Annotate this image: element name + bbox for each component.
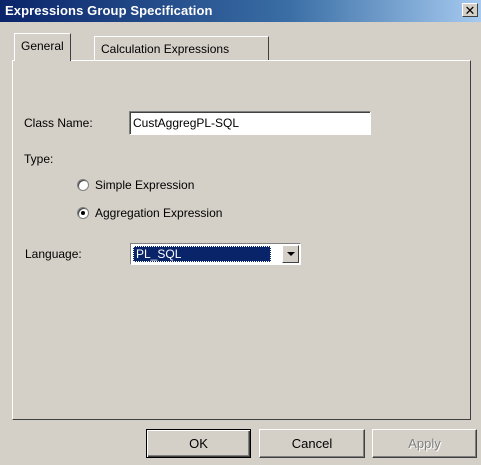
radio-button-unchecked[interactable]	[77, 179, 89, 191]
apply-button-label: Apply	[408, 436, 441, 451]
title-bar[interactable]: Expressions Group Specification ✕	[0, 0, 481, 22]
apply-button[interactable]: Apply	[372, 429, 477, 458]
radio-aggregation-expression-label: Aggregation Expression	[95, 206, 223, 220]
close-icon: ✕	[464, 2, 476, 18]
ok-button[interactable]: OK	[146, 429, 251, 458]
cancel-button-label: Cancel	[291, 436, 333, 451]
language-label: Language:	[25, 247, 82, 261]
class-name-field[interactable]	[129, 111, 371, 135]
radio-button-checked[interactable]	[77, 207, 89, 219]
radio-aggregation-expression[interactable]: Aggregation Expression	[77, 206, 222, 220]
dropdown-arrow-button[interactable]	[282, 245, 299, 263]
chevron-down-icon	[286, 252, 295, 256]
dialog-window: Expressions Group Specification ✕ Genera…	[0, 0, 481, 465]
cancel-button[interactable]: Cancel	[259, 429, 365, 458]
language-dropdown[interactable]: PL_SQL	[130, 243, 301, 265]
radio-simple-expression-label: Simple Expression	[95, 178, 195, 192]
radio-simple-expression[interactable]: Simple Expression	[77, 178, 194, 192]
tab-calculation-expressions-label: Calculation Expressions	[101, 42, 230, 56]
window-title: Expressions Group Specification	[5, 3, 213, 18]
radio-dot-icon	[81, 211, 85, 215]
language-selected-value: PL_SQL	[133, 246, 271, 262]
tab-general-label: General	[21, 39, 64, 53]
type-label: Type:	[24, 152, 54, 166]
ok-button-label: OK	[189, 436, 208, 451]
class-name-label: Class Name:	[24, 116, 93, 130]
tab-calculation-expressions[interactable]: Calculation Expressions	[94, 36, 269, 61]
tab-general[interactable]: General	[14, 33, 71, 61]
close-button[interactable]: ✕	[462, 3, 478, 17]
